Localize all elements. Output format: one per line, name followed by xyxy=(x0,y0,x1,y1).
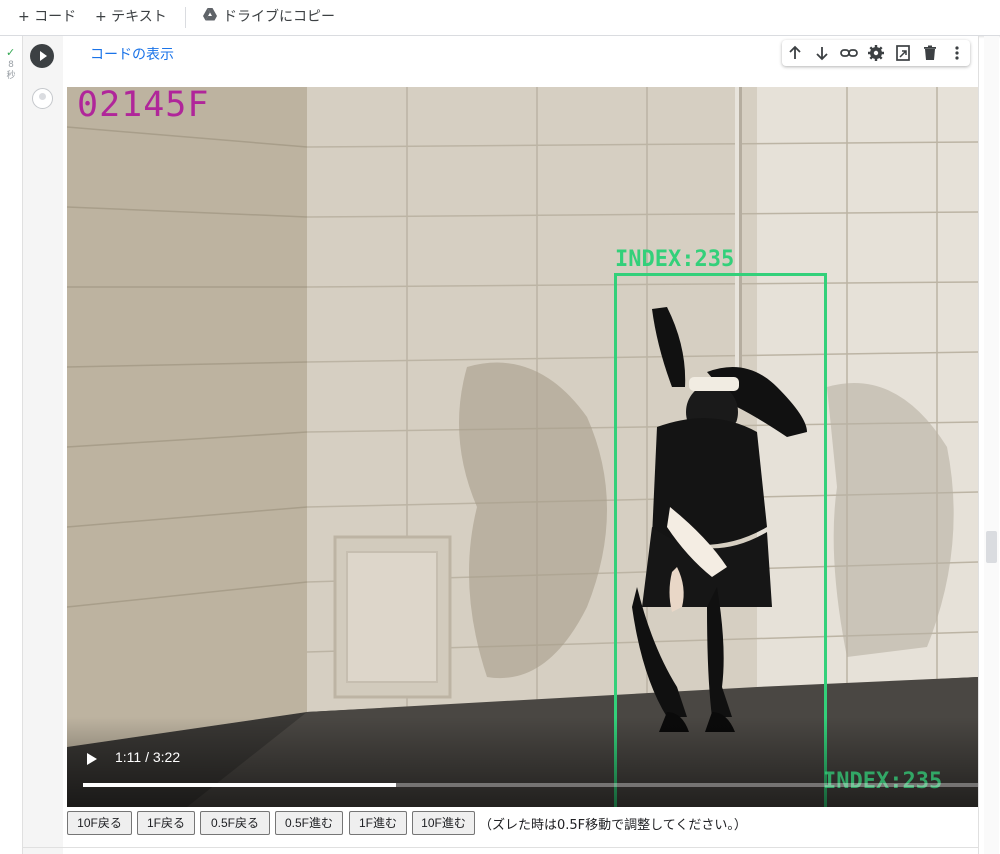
forward-10f-button[interactable]: 10F進む xyxy=(412,811,475,835)
back-1f-button[interactable]: 1F戻る xyxy=(137,811,195,835)
add-text-button[interactable]: + テキスト xyxy=(95,0,167,34)
gear-icon[interactable] xyxy=(866,43,886,63)
scrollbar[interactable] xyxy=(984,36,999,854)
adjustment-note: （ズレた時は0.5F移動で調整してください。） xyxy=(479,818,747,833)
run-cell-button[interactable] xyxy=(30,44,54,68)
more-vert-icon[interactable] xyxy=(947,43,967,63)
copy-to-drive-button[interactable]: ドライブにコピー xyxy=(203,0,335,34)
copy-to-drive-label: ドライブにコピー xyxy=(223,9,335,25)
video-player[interactable]: 02145F INDEX:235 INDEX:235 1:11 / 3:22 xyxy=(67,87,978,807)
mirror-cell-icon[interactable] xyxy=(893,43,913,63)
bbox-label: INDEX:235 xyxy=(615,247,735,272)
arrow-down-icon[interactable] xyxy=(812,43,832,63)
progress-bar[interactable] xyxy=(83,783,978,787)
frame-number-overlay: 02145F xyxy=(77,87,210,125)
execution-time: 8秒 xyxy=(6,60,16,81)
forward-half-f-button[interactable]: 0.5F進む xyxy=(275,811,343,835)
back-half-f-button[interactable]: 0.5F戻る xyxy=(200,811,270,835)
add-code-button[interactable]: + コード xyxy=(18,0,76,34)
time-display: 1:11 / 3:22 xyxy=(115,749,181,765)
notebook-toolbar: + コード + テキスト ドライブにコピー xyxy=(0,0,1000,36)
check-icon: ✓ xyxy=(6,46,16,59)
show-code-link[interactable]: コードの表示 xyxy=(90,44,174,64)
back-10f-button[interactable]: 10F戻る xyxy=(67,811,132,835)
cell-bottom-divider xyxy=(23,847,978,848)
drive-icon xyxy=(203,0,217,34)
play-icon[interactable] xyxy=(85,751,99,767)
link-icon[interactable] xyxy=(839,43,859,63)
forward-1f-button[interactable]: 1F進む xyxy=(349,811,407,835)
cell-gutter xyxy=(0,36,23,854)
scrollbar-thumb[interactable] xyxy=(986,531,997,563)
arrow-up-icon[interactable] xyxy=(785,43,805,63)
cell-side-panel xyxy=(23,36,63,854)
toolbar-divider xyxy=(185,7,186,28)
cell-toolbar xyxy=(782,40,970,66)
progress-fill xyxy=(83,783,397,787)
output-icon[interactable] xyxy=(32,88,53,109)
trash-icon[interactable] xyxy=(920,43,940,63)
bbox-label-secondary: INDEX:235 xyxy=(823,769,943,794)
video-frame xyxy=(67,87,978,807)
